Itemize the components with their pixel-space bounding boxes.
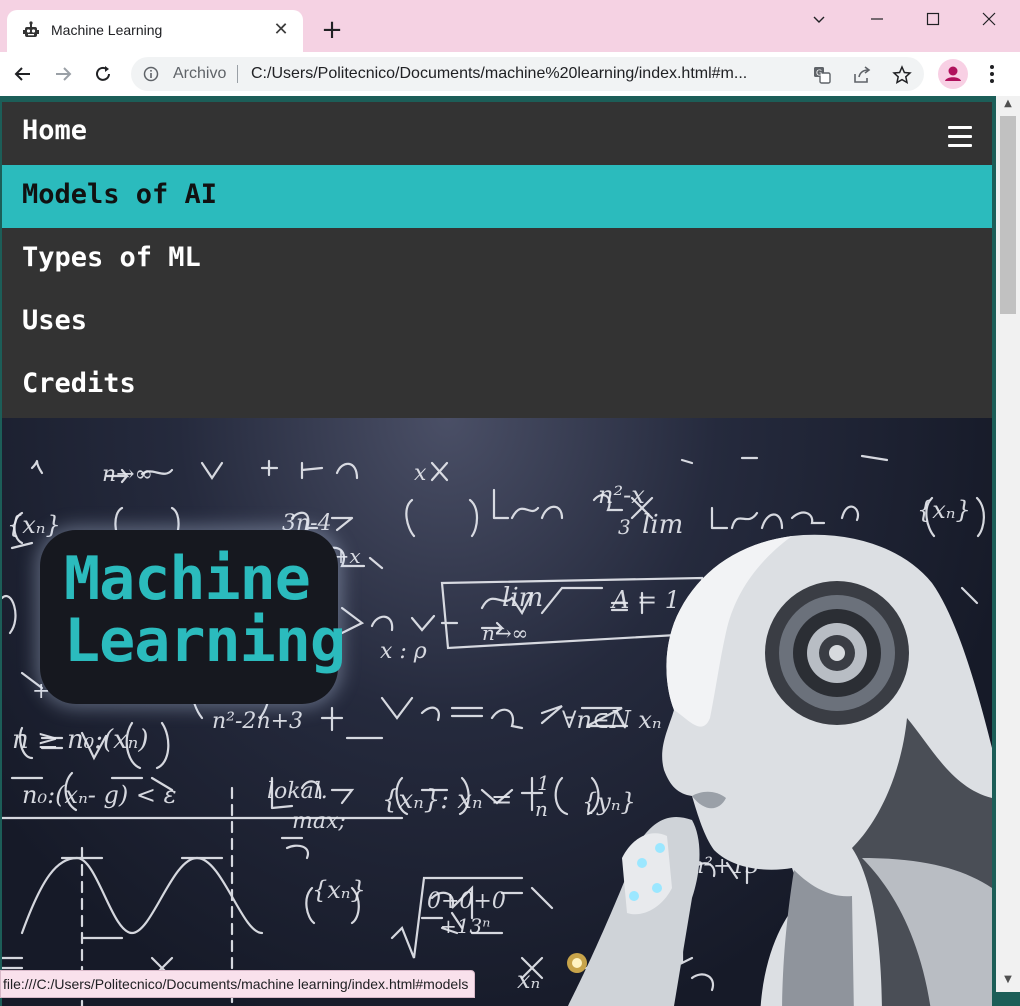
hero-title-line-1: Machine [64, 544, 311, 614]
svg-text:n²-x: n²-x [598, 481, 645, 509]
nav-link-home[interactable]: Home [22, 115, 87, 146]
svg-text:n: n [535, 797, 548, 821]
info-icon[interactable] [143, 66, 159, 82]
nav-link-uses[interactable]: Uses [2, 291, 992, 354]
svg-text:{xₙ}: {xₙ} [7, 511, 61, 539]
nav-link-types-of-ml[interactable]: Types of ML [2, 228, 992, 291]
svg-text:lokal.: lokal. [267, 779, 328, 804]
svg-text:lim: lim [642, 510, 683, 540]
svg-text:A = 1: A = 1 [610, 586, 680, 614]
svg-text:max;: max; [292, 809, 346, 834]
chalkboard-math-illustration: lim n²-x 3 lim A = 1 n→∞ ∀n∈N xₙ < yₙ < … [2, 454, 992, 1006]
svg-text:G: G [816, 69, 822, 78]
top-navigation: Home Models of AI Types of ML Uses Credi… [2, 102, 992, 417]
scroll-up-icon[interactable]: ▲ [996, 98, 1020, 116]
address-bar[interactable]: Archivo C:/Users/Politecnico/Documents/m… [131, 57, 924, 91]
hero-banner: lim n²-x 3 lim A = 1 n→∞ ∀n∈N xₙ < yₙ < … [2, 418, 992, 1006]
svg-text:lim: lim [502, 583, 543, 613]
svg-text:1: 1 [537, 771, 550, 795]
svg-text:{xₙ}: {xₙ} [917, 496, 971, 524]
reload-icon[interactable] [89, 60, 117, 88]
origin-label: Archivo [173, 65, 227, 82]
back-icon[interactable] [9, 60, 37, 88]
url-text[interactable]: C:/Users/Politecnico/Documents/machine%2… [251, 65, 799, 83]
browser-tab[interactable]: Machine Learning ✕ [7, 10, 303, 52]
svg-text:0+0+0: 0+0+0 [427, 889, 506, 914]
robot-icon [23, 21, 39, 37]
translate-icon[interactable]: G [812, 65, 832, 85]
svg-text:3: 3 [618, 515, 631, 539]
nav-link-models-of-ai[interactable]: Models of AI [2, 165, 992, 228]
svg-text:n ≥ n₀:(xₙ): n ≥ n₀:(xₙ) [12, 725, 148, 755]
close-window-button[interactable] [966, 5, 1012, 33]
svg-text:n₀:(xₙ- g) < ε: n₀:(xₙ- g) < ε [22, 781, 177, 809]
tab-title: Machine Learning [51, 22, 163, 38]
nav-link-credits[interactable]: Credits [2, 354, 992, 417]
status-url-bubble: file:///C:/Users/Politecnico/Documents/m… [0, 970, 476, 998]
hero-title-box: Machine Learning [40, 530, 346, 704]
hero-title: Machine Learning [64, 544, 346, 676]
svg-text:xₙ: xₙ [517, 966, 540, 994]
svg-text:{xₙ}: {xₙ} [312, 876, 366, 904]
new-tab-button[interactable]: + [318, 17, 346, 45]
tab-search-icon[interactable] [796, 5, 842, 33]
svg-text:n→∞: n→∞ [482, 621, 528, 645]
scroll-down-icon[interactable]: ▼ [996, 974, 1020, 992]
hero-title-line-2: Learning [64, 606, 346, 676]
svg-text:n→∞: n→∞ [102, 462, 153, 487]
svg-text:+13ⁿ: +13ⁿ [440, 914, 490, 938]
svg-text:n²-2n+3: n²-2n+3 [212, 709, 303, 734]
tab-strip: Machine Learning ✕ + [0, 0, 1020, 52]
menu-dots-icon[interactable] [980, 60, 1004, 88]
page: Home Models of AI Types of ML Uses Credi… [2, 102, 992, 1006]
minimize-button[interactable] [854, 5, 900, 33]
tab-close-icon[interactable]: ✕ [269, 18, 293, 42]
star-icon[interactable] [892, 65, 912, 85]
maximize-button[interactable] [910, 5, 956, 33]
svg-text:x: x [414, 461, 427, 486]
browser-toolbar: Archivo C:/Users/Politecnico/Documents/m… [0, 52, 1020, 96]
share-icon[interactable] [852, 65, 872, 85]
scroll-thumb[interactable] [1000, 116, 1016, 314]
nav-home-row: Home [2, 102, 992, 165]
page-viewport: Home Models of AI Types of ML Uses Credi… [0, 96, 1020, 1006]
page-scrollbar[interactable]: ▲ ▼ [996, 96, 1020, 992]
svg-text:{yₙ}: {yₙ} [582, 788, 636, 816]
svg-text:x : ρ: x : ρ [380, 639, 427, 664]
address-separator [237, 65, 238, 83]
hamburger-menu-icon[interactable] [948, 126, 972, 150]
forward-icon[interactable] [49, 60, 77, 88]
svg-text:{xₙ}: xₙ =: {xₙ}: xₙ = [382, 785, 513, 815]
profile-icon[interactable] [938, 59, 968, 89]
